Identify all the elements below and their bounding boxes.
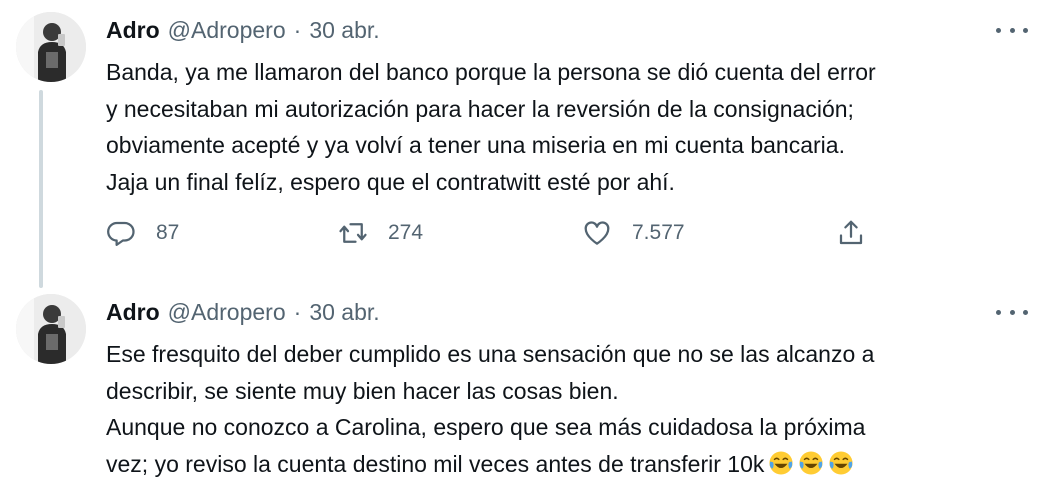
retweet-count: 274 [388, 221, 424, 244]
thread-line [39, 90, 43, 288]
more-options-icon[interactable] [996, 302, 1028, 322]
tweet-header: Adro @Adropero · 30 abr. [106, 16, 380, 44]
share-icon [839, 220, 863, 245]
avatar[interactable] [16, 12, 86, 82]
avatar-photo [16, 12, 86, 82]
tears-of-joy-emoji-icon [799, 450, 823, 475]
retweet-icon [339, 223, 367, 243]
avatar-photo [16, 294, 86, 364]
tears-of-joy-emoji-icon [769, 450, 793, 475]
tweet-line: vez; yo reviso la cuenta destino mil vec… [106, 450, 765, 477]
heart-icon [584, 221, 610, 245]
separator: · [293, 17, 302, 43]
separator: · [293, 299, 302, 325]
tweet[interactable]: Adro @Adropero · 30 abr. Banda, ya me ll… [0, 0, 1060, 288]
tweet-header: Adro @Adropero · 30 abr. [106, 298, 380, 326]
tweet-text: Ese fresquito del deber cumplido es una … [106, 336, 1026, 482]
avatar[interactable] [16, 294, 86, 364]
retweet-button[interactable]: 274 [338, 218, 423, 248]
tears-of-joy-emoji-icon [829, 450, 853, 475]
display-name[interactable]: Adro [106, 298, 160, 326]
tweet-line: Ese fresquito del deber cumplido es una … [106, 341, 875, 367]
tweet-line: Jaja un final felíz, espero que el contr… [106, 168, 675, 195]
more-options-icon[interactable] [996, 20, 1028, 40]
timestamp[interactable]: 30 abr. [309, 16, 379, 44]
tweet-line-with-emoji: vez; yo reviso la cuenta destino mil vec… [106, 446, 1026, 483]
tweet-line: Aunque no conozco a Carolina, espero que… [106, 414, 866, 440]
username[interactable]: @Adropero [168, 298, 286, 326]
share-button[interactable] [836, 218, 866, 248]
reply-count: 87 [156, 221, 180, 244]
like-count: 7.577 [632, 221, 685, 244]
display-name[interactable]: Adro [106, 16, 160, 44]
tweet-line: Banda, ya me llamaron del banco porque l… [106, 59, 876, 85]
username[interactable]: @Adropero [168, 16, 286, 44]
timestamp[interactable]: 30 abr. [309, 298, 379, 326]
tweet-line: describir, se siente muy bien hacer las … [106, 377, 619, 404]
action-bar: 87 274 7.577 [106, 218, 886, 252]
reply-button[interactable]: 87 [106, 218, 179, 248]
tweet-line: y necesitaban mi autorización para hacer… [106, 95, 854, 122]
tweet-line: obviamente acepté y ya volví a tener una… [106, 132, 845, 158]
reply-icon [107, 221, 135, 246]
tweet[interactable]: Adro @Adropero · 30 abr. Ese fresquito d… [0, 282, 1060, 492]
like-button[interactable]: 7.577 [582, 218, 685, 248]
tweet-text: Banda, ya me llamaron del banco porque l… [106, 54, 1026, 200]
